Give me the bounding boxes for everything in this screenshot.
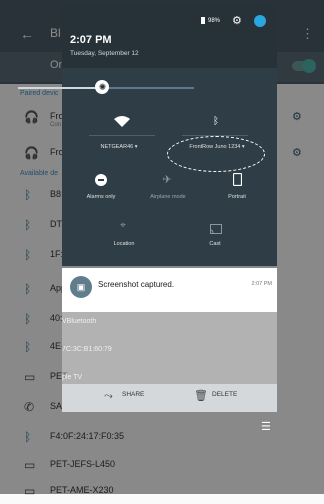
cast-label: Cast xyxy=(209,241,221,247)
alarms-only-label: Alarms only xyxy=(86,194,116,200)
notification-actions: ⤳ SHARE 🗑 DELETE xyxy=(62,384,277,412)
battery-icon xyxy=(201,17,205,24)
bluetooth-icon[interactable]: ᛒ xyxy=(206,116,226,127)
share-icon[interactable]: ⤳ xyxy=(104,390,113,403)
preview-text: ple TV xyxy=(62,374,83,381)
trash-icon[interactable]: 🗑 xyxy=(194,389,208,402)
screenshot-preview[interactable]: VBluetooth 7C:3C:B1:60:79 ple TV xyxy=(62,312,277,384)
notification-title: Screenshot captured. xyxy=(98,280,175,289)
tile-divider xyxy=(89,135,155,136)
delete-button[interactable]: DELETE xyxy=(212,391,237,398)
gear-icon[interactable]: ⚙ xyxy=(232,14,242,27)
notification-time: 2:07 PM xyxy=(251,281,272,287)
wifi-tile-label[interactable]: NETGEAR46 ▾ xyxy=(89,144,149,150)
wifi-icon[interactable] xyxy=(112,116,132,130)
location-label: Location xyxy=(113,241,135,247)
preview-text: VBluetooth xyxy=(62,318,97,325)
screenshot-notification[interactable]: ▣ Screenshot captured. 2:07 PM xyxy=(62,268,277,312)
preview-text: 7C:3C:B1:60:79 xyxy=(62,346,112,353)
image-icon: ▣ xyxy=(70,276,92,298)
clock-time: 2:07 PM xyxy=(70,34,112,46)
battery-percent: 98% xyxy=(208,18,221,24)
clock-date: Tuesday, September 12 xyxy=(70,50,139,57)
airplane-mode-label: Airplane mode xyxy=(150,194,186,200)
wifi-network-name: NETGEAR46 xyxy=(100,144,134,150)
share-button[interactable]: SHARE xyxy=(122,391,144,398)
portrait-label: Portrait xyxy=(228,194,246,200)
clear-all-icon[interactable]: ☰ xyxy=(261,420,271,433)
do-not-disturb-icon[interactable] xyxy=(94,173,108,187)
cast-icon[interactable] xyxy=(209,221,223,239)
portrait-icon[interactable] xyxy=(231,172,243,191)
user-avatar[interactable] xyxy=(254,15,266,27)
brightness-slider-fill xyxy=(18,87,103,89)
airplane-icon[interactable]: ✈ xyxy=(160,173,174,186)
chevron-down-icon: ▾ xyxy=(134,144,138,150)
location-off-icon[interactable]: ⌖ xyxy=(116,220,130,231)
highlight-annotation-oval xyxy=(167,136,265,172)
